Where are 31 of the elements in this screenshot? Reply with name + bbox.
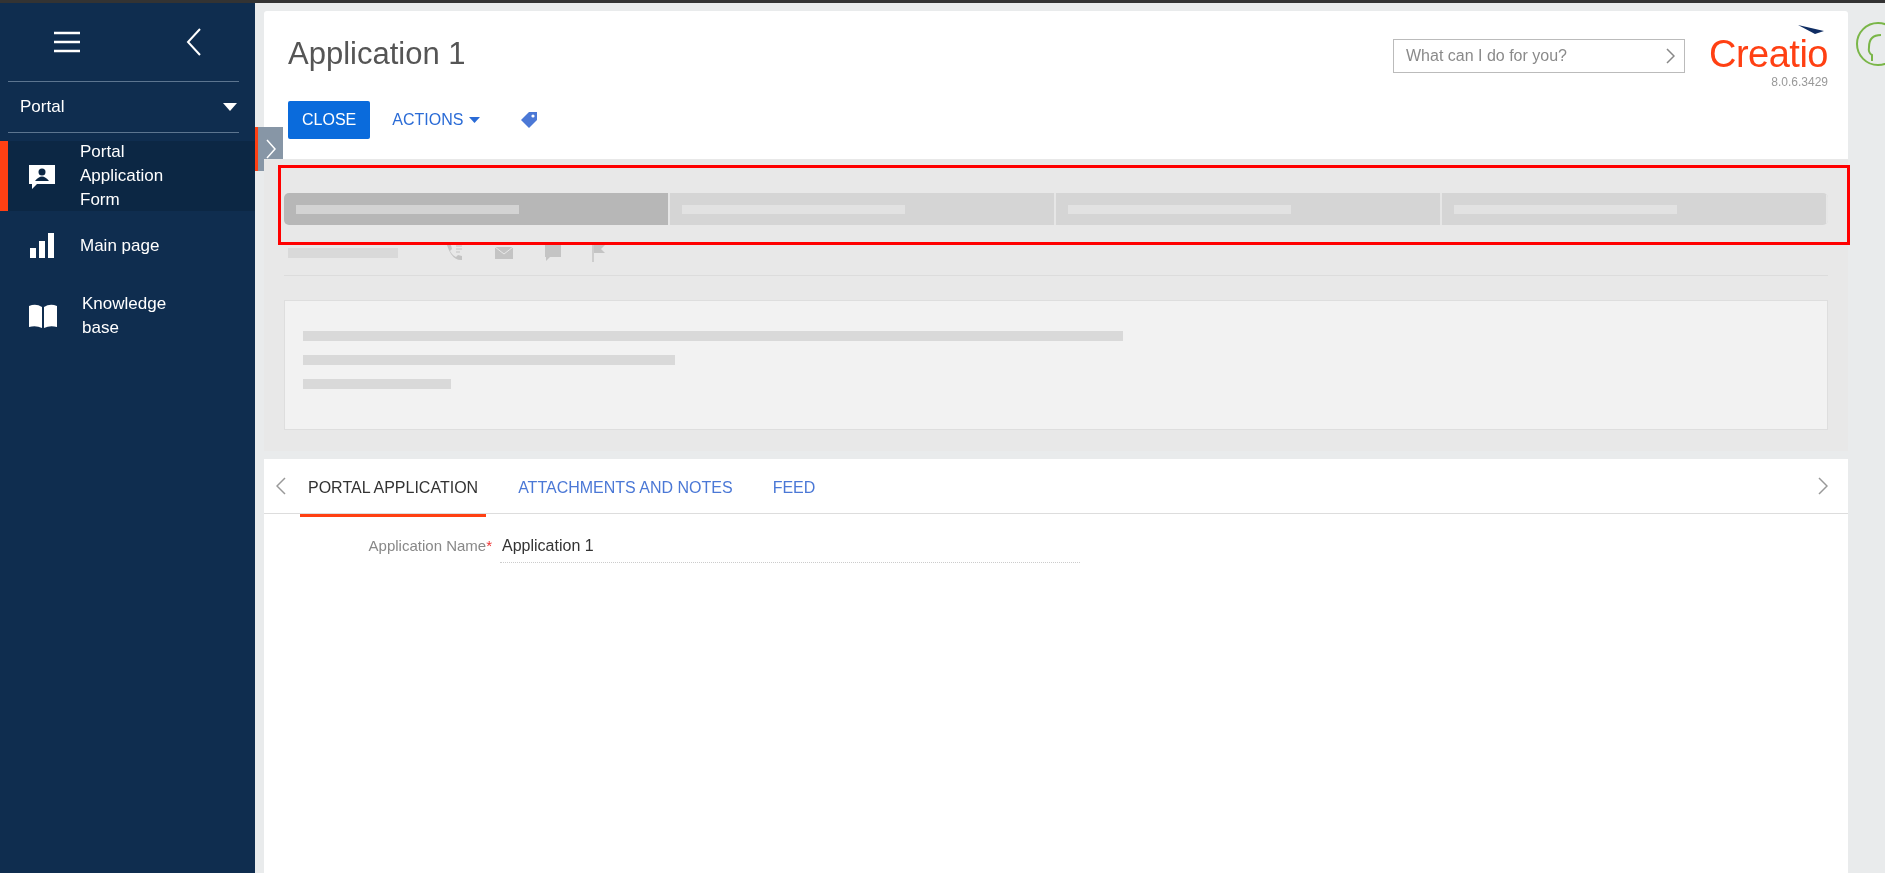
version-text: 8.0.6.3429 bbox=[1770, 74, 1828, 91]
chevron-left-icon[interactable] bbox=[276, 477, 286, 495]
contact-card-icon bbox=[28, 162, 56, 190]
flag-icon[interactable] bbox=[592, 244, 606, 262]
tab[interactable]: PORTAL APPLICATION bbox=[300, 461, 487, 517]
close-button[interactable]: CLOSE bbox=[288, 101, 371, 139]
actions-dropdown[interactable]: ACTIONS bbox=[392, 108, 481, 132]
tab[interactable]: ATTACHMENTS AND NOTES bbox=[510, 461, 741, 517]
phone-icon[interactable] bbox=[444, 243, 464, 263]
chevron-right-icon[interactable] bbox=[1666, 48, 1675, 64]
collapse-icon[interactable] bbox=[186, 28, 203, 56]
swoosh-icon bbox=[1798, 25, 1824, 34]
caret-icon bbox=[223, 103, 237, 111]
sidebar-item[interactable]: Main page bbox=[0, 211, 255, 281]
book-icon bbox=[28, 303, 58, 329]
field-label: Application Name* bbox=[367, 536, 493, 557]
page-title: Application 1 bbox=[288, 35, 466, 73]
tag-icon[interactable] bbox=[520, 111, 539, 129]
logo-text: Creatio bbox=[1709, 33, 1828, 75]
sidebar-item[interactable]: Knowledge base bbox=[0, 281, 255, 351]
chevron-right-icon bbox=[265, 139, 276, 159]
search-field[interactable]: What can I do for you? bbox=[1393, 39, 1685, 73]
chevron-right-icon[interactable] bbox=[1818, 477, 1828, 495]
caret-icon bbox=[469, 117, 481, 123]
bar-chart-icon bbox=[28, 232, 56, 260]
menu-icon[interactable] bbox=[52, 31, 81, 53]
workspace-dropdown[interactable]: Portal bbox=[0, 82, 255, 132]
tab[interactable]: FEED bbox=[764, 461, 824, 517]
required-marker: * bbox=[486, 537, 492, 555]
sidebar-item[interactable]: Portal Application Form bbox=[0, 141, 255, 211]
chat-icon[interactable] bbox=[544, 244, 562, 262]
